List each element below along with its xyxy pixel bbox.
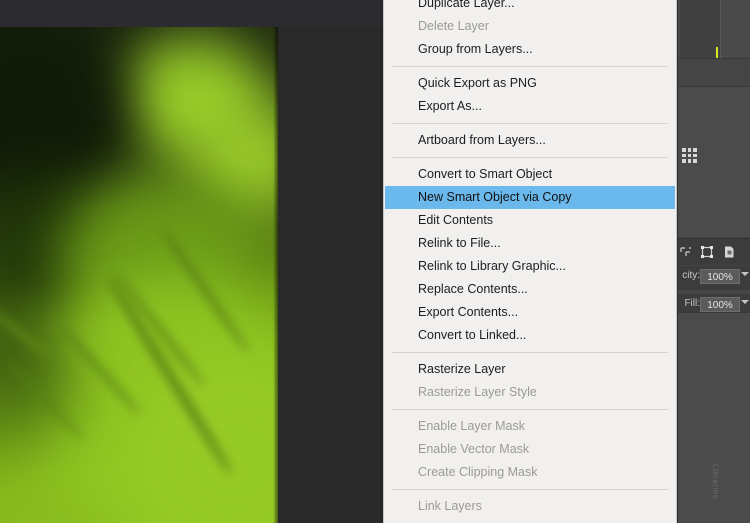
grid-icon[interactable]: [682, 148, 697, 163]
fill-dropdown-chevron-down-icon[interactable]: [741, 300, 749, 304]
menu-item[interactable]: Edit Contents: [384, 209, 676, 232]
menu-item[interactable]: Duplicate Layer...: [384, 0, 676, 15]
menu-item: Select Linked Layers: [384, 518, 676, 523]
leaf-vein-layer: [0, 27, 278, 523]
fill-input[interactable]: 100%: [700, 297, 740, 312]
document-image[interactable]: [0, 27, 278, 523]
layer-lock-row[interactable]: [678, 238, 750, 265]
menu-item: Delete Layer: [418, 19, 489, 33]
leaf-vein: [57, 323, 143, 417]
menu-item[interactable]: Convert to Smart Object: [384, 163, 676, 186]
leaf-vein: [0, 299, 52, 359]
lock-artboard-nesting-icon[interactable]: [722, 245, 736, 259]
opacity-row[interactable]: city: 100%: [678, 266, 750, 290]
menu-item[interactable]: New Smart Object via Copy: [385, 186, 675, 209]
right-panel-dock[interactable]: city: 100% Fill: 100% Libraries: [677, 0, 750, 523]
lock-transparent-pixels-icon[interactable]: [679, 245, 693, 259]
leaf-vein: [114, 272, 206, 388]
menu-item[interactable]: Group from Layers...: [384, 38, 676, 61]
menu-separator: [392, 157, 668, 158]
menu-item[interactable]: Relink to Library Graphic...: [384, 255, 676, 278]
opacity-input[interactable]: 100%: [700, 269, 740, 284]
menu-item[interactable]: Rasterize Layer: [384, 358, 676, 381]
panel-secondary-strip[interactable]: [678, 59, 750, 87]
menu-item[interactable]: Convert to Linked...: [384, 324, 676, 347]
menu-item: Link Layers: [418, 499, 482, 513]
menu-separator: [392, 409, 668, 410]
opacity-label: city:: [682, 270, 700, 281]
menu-item[interactable]: Artboard from Layers...: [384, 129, 676, 152]
menu-item[interactable]: Export Contents...: [384, 301, 676, 324]
menu-separator: [392, 66, 668, 67]
menu-separator: [392, 123, 668, 124]
leaf-vein: [159, 226, 251, 354]
menu-item: Enable Vector Mask: [418, 442, 530, 456]
menu-item[interactable]: Quick Export as PNG: [384, 72, 676, 95]
menu-item[interactable]: Relink to File...: [384, 232, 676, 255]
menu-item: Enable Layer Mask: [418, 419, 526, 433]
lock-position-icon[interactable]: [700, 245, 714, 259]
canvas-top-gutter: [0, 0, 383, 27]
libraries-panel-tab[interactable]: Libraries: [711, 464, 720, 499]
menu-separator: [392, 489, 668, 490]
properties-panel[interactable]: [678, 87, 750, 237]
menu-item[interactable]: Replace Contents...: [384, 278, 676, 301]
menu-item: Rasterize Layer Style: [418, 385, 537, 399]
image-right-edge-shadow: [273, 27, 278, 523]
canvas-area[interactable]: [0, 0, 383, 523]
leaf-vein: [4, 358, 86, 441]
fill-label: Fill:: [684, 298, 700, 309]
photoshop-window: Duplicate Layer... Delete Layer Group from…: [0, 0, 750, 523]
menu-separator: [392, 352, 668, 353]
layer-context-menu[interactable]: Duplicate Layer... Delete Layer Group from…: [383, 0, 677, 523]
menu-item: Create Clipping Mask: [418, 465, 538, 479]
opacity-dropdown-chevron-down-icon[interactable]: [741, 272, 749, 276]
menu-item[interactable]: Export As...: [384, 95, 676, 118]
